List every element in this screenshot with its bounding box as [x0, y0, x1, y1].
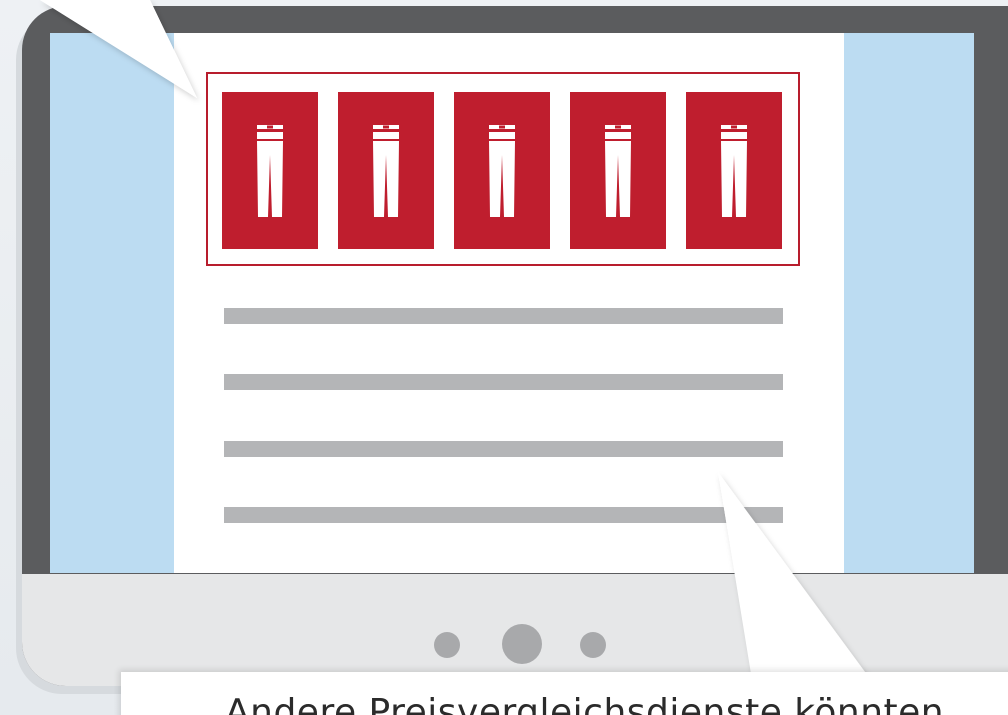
illustration: Andere Preisvergleichsdienste könnten — [0, 0, 1008, 715]
caption-text: Andere Preisvergleichsdienste könnten — [225, 692, 945, 715]
speech-bubble-bottom-tail — [718, 472, 868, 680]
